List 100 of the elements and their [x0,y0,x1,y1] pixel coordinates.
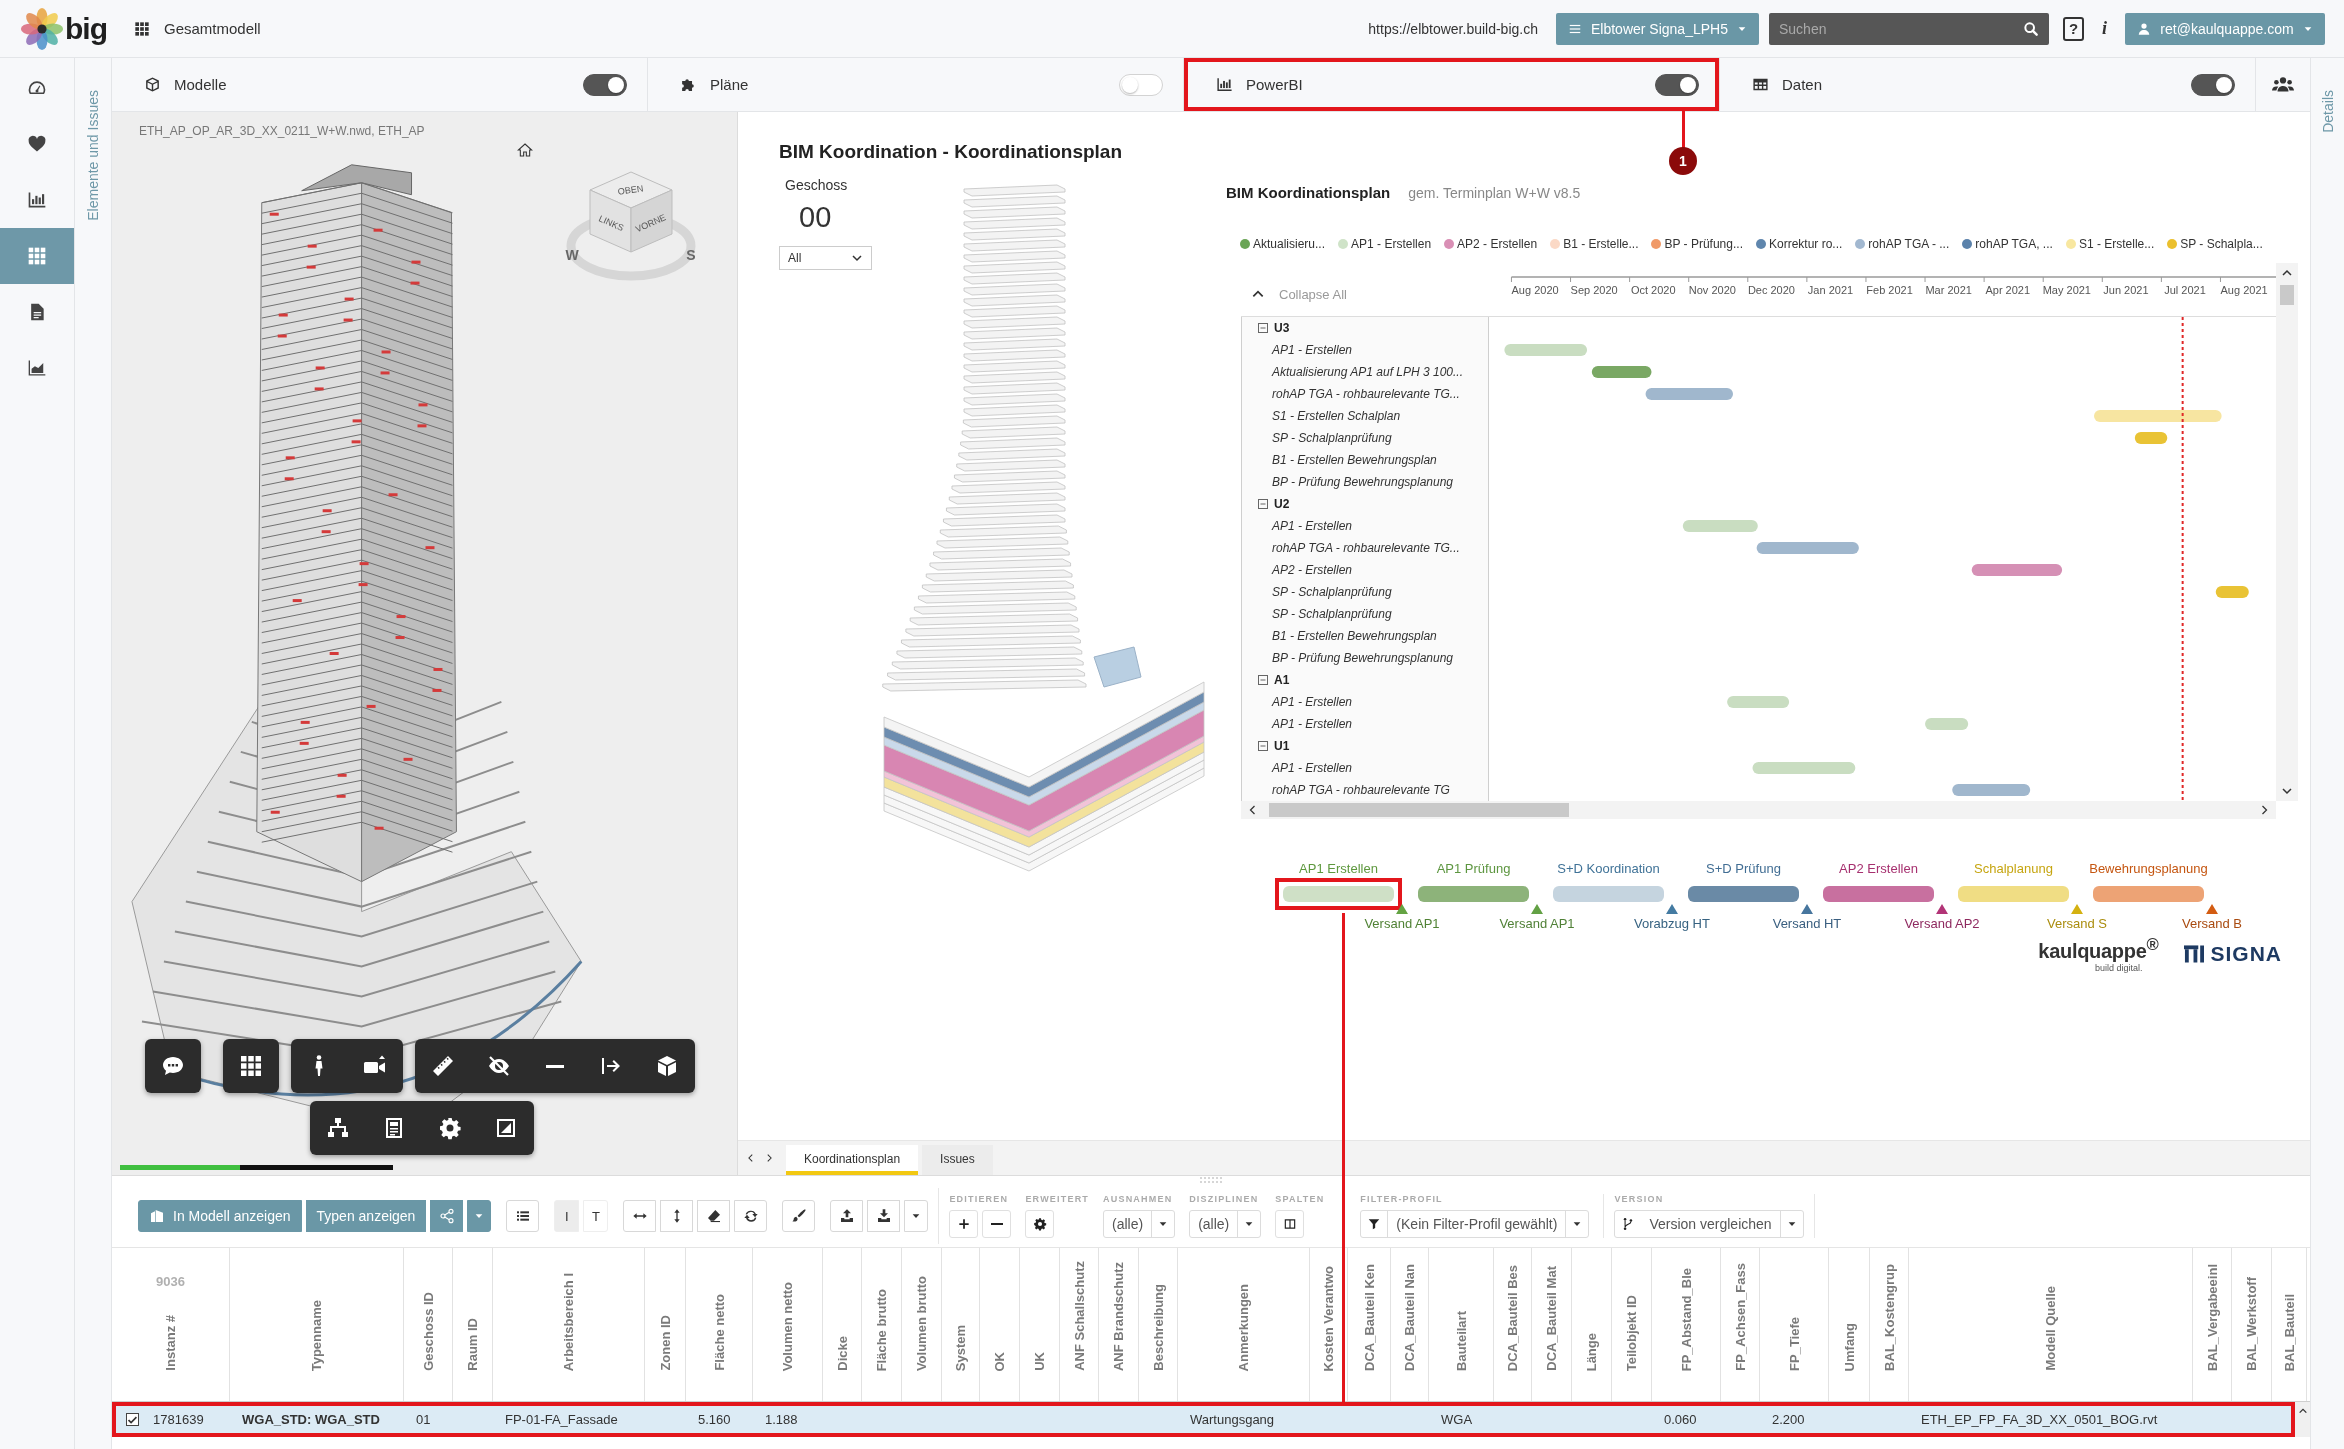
legend-label: SP - Schalpla... [2180,237,2263,251]
column-header[interactable]: Fläche netto [711,1294,727,1371]
project-dropdown[interactable]: Elbtower Signa_LPH5 [1556,12,1759,45]
mode-toggle[interactable]: I [554,1200,580,1232]
settings-button[interactable] [1025,1210,1055,1238]
user-menu-button[interactable]: ret@kaulquappe.com [2125,12,2325,45]
panel-title: PowerBI [1246,76,1304,93]
scrollbar[interactable] [1241,801,2276,819]
list-button[interactable] [506,1200,540,1232]
person-button[interactable] [291,1039,347,1093]
hierarchy-button[interactable] [310,1101,366,1155]
column-header[interactable]: Teilobjekt ID [1624,1294,1639,1371]
side-tab[interactable]: Details [2319,90,2336,133]
side-tab[interactable]: Elemente und Issues [85,90,101,221]
grid-icon[interactable] [134,20,150,37]
column-header[interactable]: FP_Achsen_Fass [1732,1263,1748,1371]
table-cell: WGA [1441,1412,1473,1427]
ruler-button[interactable] [415,1039,471,1093]
column-header[interactable]: OK [992,1351,1007,1371]
table-row[interactable]: 1781639 WGA_STD: WGA_STD 01 FP-01-FA_Fassade 5.160 1.188 Wartungsgang WGA 0.060 2.200 ETH_EP_FP_FA_3D_XX_0501_BOG.rvt [112,1402,2295,1437]
floor-dropdown[interactable]: All [779,246,872,270]
column-header[interactable]: Volumen netto [780,1281,795,1371]
search-field[interactable]: Suchen [1769,12,2049,45]
mode-toggle[interactable]: T [583,1200,609,1232]
search-icon[interactable] [2023,20,2039,37]
chevron-up-icon[interactable] [2297,1406,2308,1416]
dropdown[interactable]: (Kein Filter-Profil gewählt) [1360,1210,1590,1238]
toggle-switch[interactable] [583,73,627,96]
refresh-button[interactable] [734,1200,768,1232]
dropdown-button[interactable] [467,1200,492,1232]
column-header[interactable]: DCA_Bauteil Ken [1361,1264,1377,1371]
column-header[interactable]: DCA_Bauteil Nan [1402,1264,1417,1371]
column-header[interactable]: Dicke [834,1336,850,1371]
cube-button[interactable] [639,1039,695,1093]
column-header[interactable]: ANF Brandschutz [1111,1261,1126,1371]
scrollbar[interactable] [2276,263,2298,801]
add-button[interactable] [949,1210,979,1238]
column-header[interactable]: Zonen ID [657,1315,673,1371]
scrollbar-thumb[interactable] [1269,803,1569,817]
drag-handle-icon[interactable] [1199,1176,1223,1184]
share-button[interactable] [430,1200,464,1232]
column-header[interactable]: Instanz # [163,1315,178,1371]
column-header[interactable]: DCA_Bauteil Bes [1505,1264,1520,1371]
info-button[interactable]: i [2102,18,2107,39]
toggle-switch[interactable] [1655,73,1699,96]
speech-bubble-button[interactable] [145,1039,201,1093]
scrollbar-thumb[interactable] [2280,285,2294,305]
report-tab[interactable]: Issues [922,1145,993,1175]
column-header[interactable]: Umfang [1841,1322,1857,1371]
toggle-switch[interactable] [2191,73,2235,96]
panel-header[interactable]: PowerBI [1184,58,1720,111]
column-header[interactable]: FP_Tiefe [1786,1317,1802,1371]
remove-button[interactable] [982,1210,1012,1238]
dropdown[interactable]: (alle) [1103,1210,1176,1238]
show-types-button[interactable]: Typen anzeigen [305,1200,427,1232]
column-header[interactable]: Anmerkungen [1236,1283,1251,1371]
checkbox[interactable] [126,1413,139,1426]
column-header[interactable]: Beschreibung [1150,1284,1166,1371]
scrollbar[interactable] [2295,1402,2310,1437]
column-header[interactable]: Arbeitsbereich I [561,1272,576,1371]
column-header[interactable]: Bauteilart [1453,1311,1469,1371]
column-header[interactable]: Geschoss ID [420,1292,436,1371]
grid-button[interactable] [223,1039,279,1093]
column-header[interactable]: Kosten Verantwo [1321,1265,1336,1371]
dropdown[interactable]: (alle) [1189,1210,1262,1238]
help-button[interactable]: ? [2063,16,2084,41]
chevron-down-icon[interactable] [2281,785,2293,797]
eraser-button[interactable] [697,1200,731,1232]
home-icon[interactable] [517,142,533,158]
upload-button[interactable] [830,1200,864,1232]
column-header[interactable]: Länge [1584,1332,1599,1371]
collapse-all-link[interactable]: Collapse All [1279,287,1347,302]
download-button[interactable] [867,1200,901,1232]
column-header[interactable]: DCA_Bauteil Mat [1544,1266,1559,1371]
column-header[interactable]: BAL_Bauteil [2281,1293,2297,1371]
column-header[interactable]: Typenname [309,1299,324,1371]
task-label: B1 - Erstellen Bewehrungsplan [1272,629,1437,643]
paintbrush-button[interactable] [782,1200,816,1232]
column-header[interactable]: Modell Quelle [2043,1286,2058,1371]
video-camera-button[interactable] [347,1039,403,1093]
column-header[interactable]: BAL_Kostengrup [1881,1264,1897,1371]
fit-width-button[interactable] [623,1200,657,1232]
panel-header[interactable]: Daten [1720,58,2256,111]
split-square-button[interactable] [478,1101,534,1155]
column-header[interactable]: UK [1032,1352,1047,1371]
column-header[interactable]: BAL_Werkstoff [2244,1277,2259,1371]
columns-button[interactable] [1275,1210,1305,1238]
column-header[interactable]: Raum ID [465,1318,480,1371]
column-header[interactable]: ANF Schallschutz [1071,1261,1087,1371]
column-header[interactable]: Fläche brutto [874,1288,889,1371]
column-header[interactable]: System [953,1324,968,1371]
column-header[interactable]: Volumen brutto [914,1275,929,1371]
column-header[interactable]: FP_Abstand_Ble [1678,1267,1694,1371]
panel-header[interactable]: Modelle [112,58,648,111]
fit-height-button[interactable] [660,1200,694,1232]
report-tab[interactable]: Koordinationsplan [786,1145,919,1175]
panel-header[interactable]: Pläne [648,58,1184,111]
show-in-model-button[interactable]: In Modell anzeigen [138,1200,302,1232]
column-header[interactable]: BAL_Vergabeeinl [2204,1264,2220,1371]
dropdown[interactable]: Version vergleichen [1614,1210,1804,1238]
